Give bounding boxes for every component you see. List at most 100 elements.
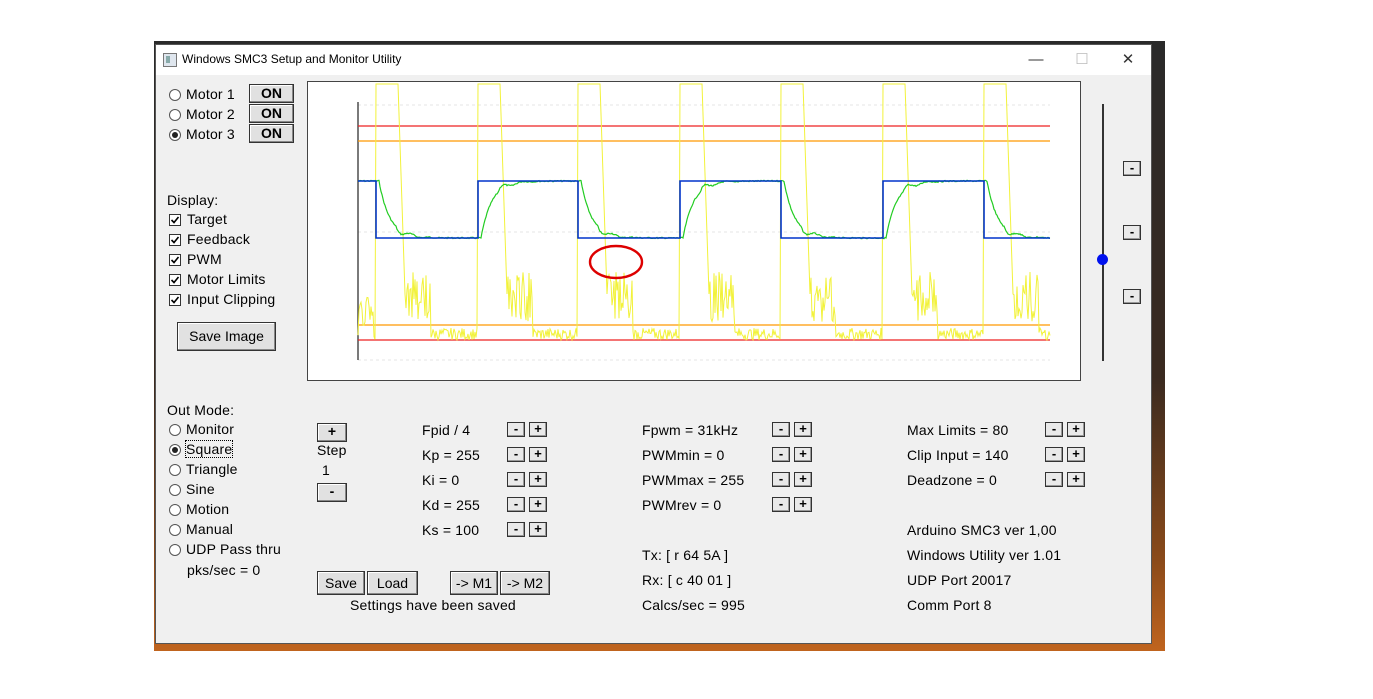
load-settings-button[interactable]: Load — [367, 571, 418, 595]
step-label: Step — [317, 442, 347, 458]
kp-label: Kp = 255 — [422, 447, 481, 463]
kp-minus-button[interactable]: - — [507, 447, 525, 462]
target-label: Target — [187, 211, 228, 227]
feedback-trace — [357, 179, 1051, 240]
pwmrev-minus-button[interactable]: - — [772, 497, 790, 512]
feedback-checkbox[interactable] — [169, 234, 181, 246]
motor-1-label[interactable]: Motor 1 — [186, 86, 235, 102]
motor-2-radio[interactable] — [169, 109, 181, 121]
pwmmax-plus-button[interactable]: + — [794, 472, 812, 487]
save-image-button[interactable]: Save Image — [177, 322, 276, 351]
motor-2-on-button[interactable]: ON — [249, 104, 294, 123]
copy-to-m1-button[interactable]: -> M1 — [450, 571, 498, 595]
ks-plus-button[interactable]: + — [529, 522, 547, 537]
app-window: Windows SMC3 Setup and Monitor Utility —… — [156, 45, 1151, 643]
motion-radio[interactable] — [169, 504, 181, 516]
pwmmin-minus-button[interactable]: - — [772, 447, 790, 462]
sine-label[interactable]: Sine — [186, 481, 215, 497]
monitor-label[interactable]: Monitor — [186, 421, 234, 437]
max-limits-plus-button[interactable]: + — [1067, 422, 1085, 437]
manual-radio[interactable] — [169, 524, 181, 536]
app-icon — [163, 53, 177, 67]
clip-input-minus-button[interactable]: - — [1045, 447, 1063, 462]
scale-middle-minus-button[interactable]: - — [1123, 225, 1141, 240]
ks-label: Ks = 100 — [422, 522, 480, 538]
udp-port: UDP Port 20017 — [907, 572, 1012, 588]
target-trace — [358, 180, 1050, 239]
motor-2-label[interactable]: Motor 2 — [186, 106, 235, 122]
pks-per-sec-readout: pks/sec = 0 — [187, 562, 261, 578]
feedback-label: Feedback — [187, 231, 251, 247]
kd-minus-button[interactable]: - — [507, 497, 525, 512]
pwm-trace — [357, 83, 1051, 342]
fpwm-label: Fpwm = 31kHz — [642, 422, 739, 438]
scale-top-minus-button[interactable]: - — [1123, 161, 1141, 176]
fpid-label: Fpid / 4 — [422, 422, 471, 438]
step-value: 1 — [322, 462, 330, 478]
fpid-plus-button[interactable]: + — [529, 422, 547, 437]
pwmrev-label: PWMrev = 0 — [642, 497, 722, 513]
pwmmax-minus-button[interactable]: - — [772, 472, 790, 487]
motor-3-on-button[interactable]: ON — [249, 124, 294, 143]
deadzone-minus-button[interactable]: - — [1045, 472, 1063, 487]
max-limits-minus-button[interactable]: - — [1045, 422, 1063, 437]
ki-label: Ki = 0 — [422, 472, 460, 488]
scale-bottom-minus-button[interactable]: - — [1123, 289, 1141, 304]
motor-limits-label: Motor Limits — [187, 271, 266, 287]
step-minus-button[interactable]: - — [317, 483, 347, 502]
fpwm-minus-button[interactable]: - — [772, 422, 790, 437]
fpid-minus-button[interactable]: - — [507, 422, 525, 437]
display-heading: Display: — [167, 192, 219, 208]
deadzone-plus-button[interactable]: + — [1067, 472, 1085, 487]
out-mode-heading: Out Mode: — [167, 402, 235, 418]
pwm-checkbox[interactable] — [169, 254, 181, 266]
pwmmin-label: PWMmin = 0 — [642, 447, 725, 463]
pwmmax-label: PWMmax = 255 — [642, 472, 745, 488]
motor-3-radio[interactable] — [169, 129, 181, 141]
graph-scale-slider-track[interactable] — [1102, 104, 1104, 361]
minimize-button[interactable]: — — [1013, 45, 1059, 75]
monitor-radio[interactable] — [169, 424, 181, 436]
sine-radio[interactable] — [169, 484, 181, 496]
udp-pass-thru-label[interactable]: UDP Pass thru — [186, 541, 281, 557]
kd-label: Kd = 255 — [422, 497, 481, 513]
motor-1-on-button[interactable]: ON — [249, 84, 294, 103]
kp-plus-button[interactable]: + — [529, 447, 547, 462]
pwmrev-plus-button[interactable]: + — [794, 497, 812, 512]
motion-label[interactable]: Motion — [186, 501, 229, 517]
graph-scale-slider-thumb[interactable] — [1097, 254, 1108, 265]
rx-readout: Rx: [ c 40 01 ] — [642, 572, 732, 588]
title-bar: Windows SMC3 Setup and Monitor Utility —… — [156, 45, 1151, 75]
input-clipping-label: Input Clipping — [187, 291, 276, 307]
copy-to-m2-button[interactable]: -> M2 — [500, 571, 550, 595]
arduino-version: Arduino SMC3 ver 1,00 — [907, 522, 1057, 538]
ki-plus-button[interactable]: + — [529, 472, 547, 487]
pwmmin-plus-button[interactable]: + — [794, 447, 812, 462]
motor-1-radio[interactable] — [169, 89, 181, 101]
utility-version: Windows Utility ver 1.01 — [907, 547, 1062, 563]
square-label[interactable]: Square — [184, 440, 234, 458]
clip-input-plus-button[interactable]: + — [1067, 447, 1085, 462]
input-clipping-checkbox[interactable] — [169, 294, 181, 306]
save-settings-button[interactable]: Save — [317, 571, 365, 595]
kd-plus-button[interactable]: + — [529, 497, 547, 512]
motor-3-label[interactable]: Motor 3 — [186, 126, 235, 142]
calcs-per-sec-readout: Calcs/sec = 995 — [642, 597, 745, 613]
maximize-button[interactable]: ☐ — [1059, 45, 1105, 75]
motor-limits-checkbox[interactable] — [169, 274, 181, 286]
close-button[interactable]: ✕ — [1105, 45, 1151, 75]
target-checkbox[interactable] — [169, 214, 181, 226]
triangle-radio[interactable] — [169, 464, 181, 476]
clip-input-label: Clip Input = 140 — [907, 447, 1009, 463]
deadzone-label: Deadzone = 0 — [907, 472, 997, 488]
max-limits-label: Max Limits = 80 — [907, 422, 1009, 438]
ki-minus-button[interactable]: - — [507, 472, 525, 487]
ks-minus-button[interactable]: - — [507, 522, 525, 537]
square-radio[interactable] — [169, 444, 181, 456]
fpwm-plus-button[interactable]: + — [794, 422, 812, 437]
comm-port: Comm Port 8 — [907, 597, 992, 613]
udp-pass-thru-radio[interactable] — [169, 544, 181, 556]
manual-label[interactable]: Manual — [186, 521, 233, 537]
step-plus-button[interactable]: + — [317, 423, 347, 442]
triangle-label[interactable]: Triangle — [186, 461, 238, 477]
